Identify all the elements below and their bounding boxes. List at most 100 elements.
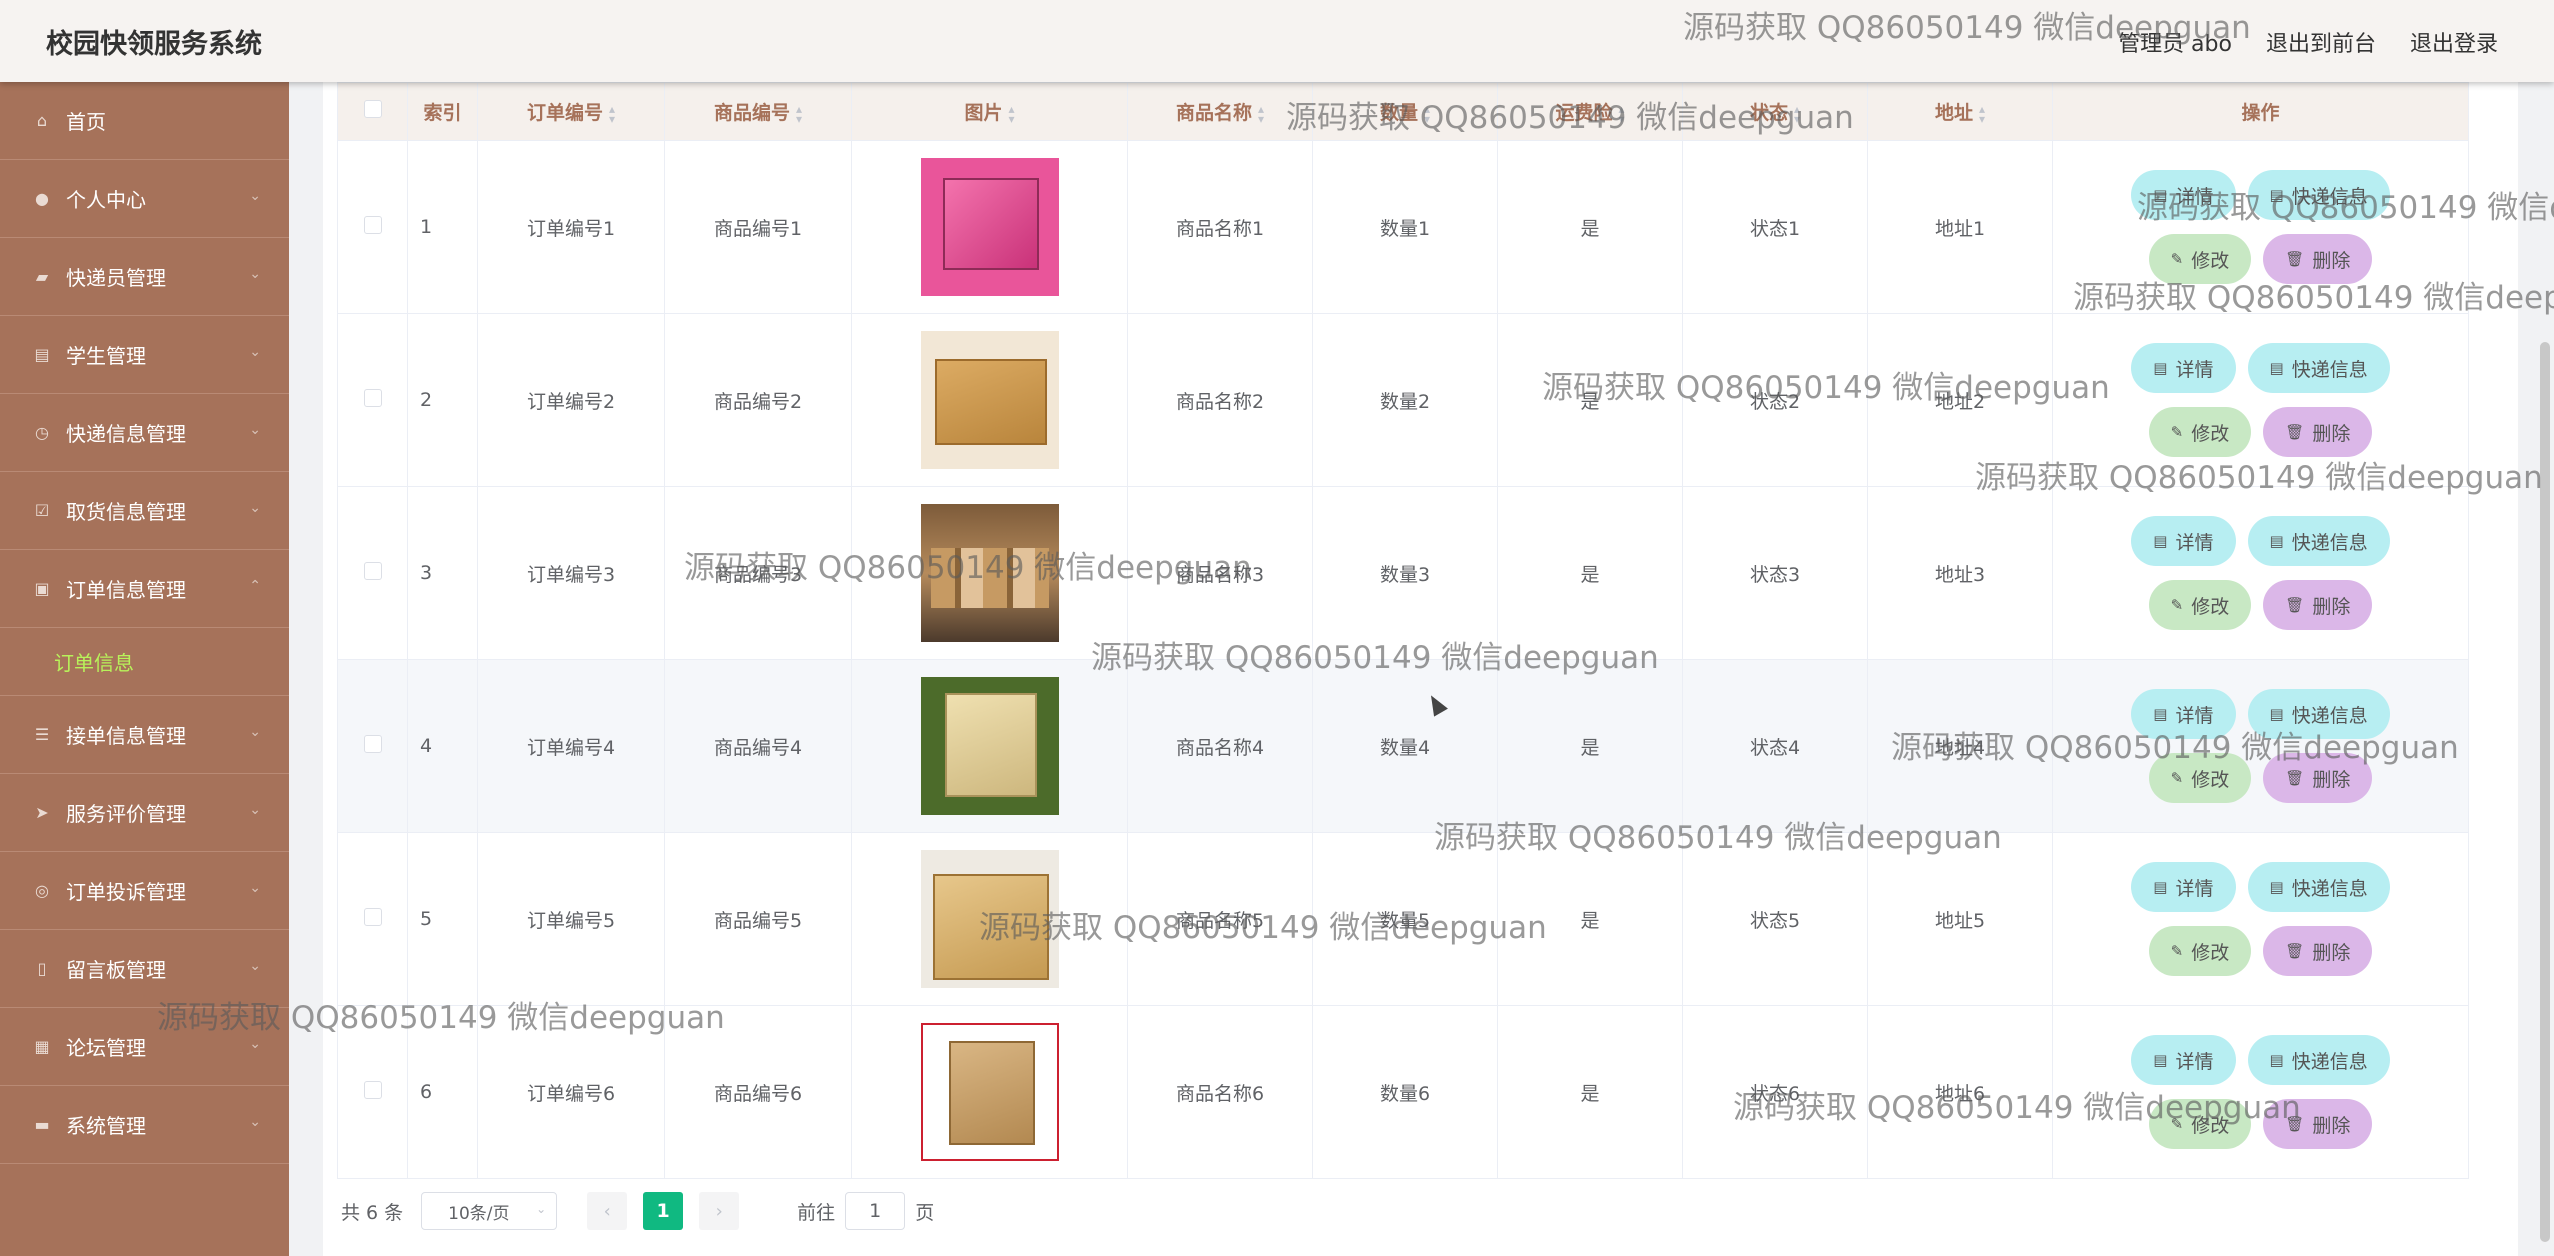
table-row: 6 订单编号6 商品编号6 商品名称6 数量6 是状态6 地址6 ▤ 详情 ▤ 快递信息 ✎ 修改 🗑 删除	[337, 1005, 2469, 1179]
detail-button[interactable]: ▤ 详情	[2131, 862, 2236, 912]
sort-icon[interactable]: ▴ ▾	[1979, 103, 1985, 125]
col-status[interactable]: 状态 ▴ ▾	[1682, 82, 1868, 141]
express-info-button[interactable]: ▤ 快递信息	[2247, 862, 2390, 912]
detail-button[interactable]: ▤ 详情	[2131, 516, 2236, 566]
sort-icon[interactable]: ▴ ▾	[1618, 103, 1624, 125]
sidebar-item-forum[interactable]: ▦ 论坛管理 ⌄	[0, 1008, 289, 1086]
product-image[interactable]	[920, 331, 1059, 469]
edit-button[interactable]: ✎ 修改	[2148, 580, 2252, 630]
row-actions: ▤ 详情 ▤ 快递信息 ✎ 修改 🗑 删除	[2052, 659, 2469, 833]
trash-icon: 🗑	[2285, 769, 2305, 787]
row-address: 地址4	[1867, 659, 2053, 833]
col-quantity[interactable]: 数量 ▴ ▾	[1312, 82, 1498, 141]
sort-icon[interactable]: ▴ ▾	[796, 103, 802, 125]
page-size-select[interactable]: 10条/页 ⌄	[421, 1192, 558, 1230]
detail-button[interactable]: ▤ 详情	[2131, 343, 2236, 393]
chevron-down-icon: ⌄	[536, 1202, 547, 1216]
edit-button[interactable]: ✎ 修改	[2148, 1099, 2252, 1149]
col-goods-no[interactable]: 商品编号 ▴ ▾	[664, 82, 852, 141]
delete-button[interactable]: 🗑 删除	[2263, 234, 2373, 284]
col-order-no[interactable]: 订单编号 ▴ ▾	[477, 82, 665, 141]
select-all-checkbox[interactable]	[337, 82, 408, 141]
delete-button[interactable]: 🗑 删除	[2263, 407, 2373, 457]
detail-button[interactable]: ▤ 详情	[2131, 689, 2236, 739]
row-checkbox[interactable]	[337, 313, 408, 487]
product-image[interactable]	[920, 677, 1059, 815]
edit-button[interactable]: ✎ 修改	[2148, 926, 2252, 976]
sidebar-item-message[interactable]: ▯ 留言板管理 ⌄	[0, 930, 289, 1008]
col-insurance[interactable]: 运费险 ▴ ▾	[1497, 82, 1683, 141]
express-info-button[interactable]: ▤ 快递信息	[2247, 516, 2390, 566]
forum-icon: ▦	[34, 1037, 50, 1056]
document-icon: ▤	[2153, 532, 2168, 550]
row-checkbox[interactable]	[337, 486, 408, 660]
chevron-down-icon: ⌄	[249, 880, 261, 896]
sidebar-item-home[interactable]: ⌂ 首页	[0, 82, 289, 160]
sidebar-item-accept[interactable]: ☰ 接单信息管理 ⌄	[0, 696, 289, 774]
sidebar-item-order[interactable]: ▣ 订单信息管理 ⌃	[0, 550, 289, 628]
admin-user-label: 管理员 abo	[2118, 32, 2232, 57]
row-insurance: 是	[1497, 140, 1683, 314]
vertical-scrollbar[interactable]	[2540, 342, 2550, 1242]
sidebar-item-profile[interactable]: ● 个人中心 ⌄	[0, 160, 289, 238]
product-image[interactable]	[920, 1023, 1059, 1161]
sort-icon[interactable]: ▴ ▾	[1008, 103, 1014, 125]
sidebar-item-system[interactable]: ▬ 系统管理 ⌄	[0, 1086, 289, 1164]
delete-button[interactable]: 🗑 删除	[2263, 753, 2373, 803]
col-goods-name[interactable]: 商品名称 ▴ ▾	[1127, 82, 1313, 141]
product-image[interactable]	[920, 504, 1059, 642]
col-image[interactable]: 图片 ▴ ▾	[851, 82, 1128, 141]
express-info-button[interactable]: ▤ 快递信息	[2247, 1035, 2390, 1085]
sort-icon[interactable]: ▴ ▾	[1794, 103, 1800, 125]
logout-link[interactable]: 退出登录	[2410, 26, 2498, 58]
sort-icon[interactable]: ▴ ▾	[609, 103, 615, 125]
next-page-button[interactable]: ›	[699, 1192, 740, 1230]
table-body: 1 订单编号1 商品编号1 商品名称1 数量1 是状态1 地址1 ▤ 详情 ▤ 快递信息 ✎ 修改 🗑 删除…	[337, 140, 2469, 1179]
sidebar-item-express-info[interactable]: ◷ 快递信息管理 ⌄	[0, 394, 289, 472]
edit-button[interactable]: ✎ 修改	[2148, 753, 2252, 803]
delete-button[interactable]: 🗑 删除	[2263, 1099, 2373, 1149]
row-checkbox[interactable]	[337, 659, 408, 833]
page-number-current[interactable]: 1	[643, 1192, 684, 1230]
sort-icon[interactable]: ▴ ▾	[1424, 103, 1430, 125]
submenu-order-info[interactable]: 订单信息	[0, 628, 289, 696]
row-checkbox[interactable]	[337, 832, 408, 1006]
row-insurance: 是	[1497, 659, 1683, 833]
row-image-cell	[851, 1005, 1128, 1179]
row-checkbox[interactable]	[337, 1005, 408, 1179]
edit-button[interactable]: ✎ 修改	[2148, 407, 2252, 457]
accept-icon: ☰	[34, 725, 50, 744]
pagination: 共 6 条 10条/页 ⌄ ‹ 1 › 前往 1 页	[341, 1192, 934, 1230]
row-order-no: 订单编号1	[477, 140, 665, 314]
product-image[interactable]	[920, 850, 1059, 988]
sidebar-item-complaint[interactable]: ◎ 订单投诉管理 ⌄	[0, 852, 289, 930]
sort-icon[interactable]: ▴ ▾	[1258, 103, 1264, 125]
prev-page-button[interactable]: ‹	[587, 1192, 628, 1230]
express-info-button[interactable]: ▤ 快递信息	[2247, 343, 2390, 393]
row-checkbox[interactable]	[337, 140, 408, 314]
table-card: 索引 订单编号 ▴ ▾ 商品编号 ▴ ▾ 图片 ▴ ▾ 商品名称 ▴ ▾ 数量 ▴ ▾ 运费险 ▴ ▾ …	[323, 82, 2518, 1256]
sidebar-item-pickup[interactable]: ☑ 取货信息管理 ⌄	[0, 472, 289, 550]
order-icon: ▣	[34, 579, 50, 598]
pencil-icon: ✎	[2170, 1115, 2184, 1133]
total-count: 共 6 条	[341, 1201, 404, 1224]
detail-button[interactable]: ▤ 详情	[2131, 1035, 2236, 1085]
row-order-no: 订单编号2	[477, 313, 665, 487]
delete-button[interactable]: 🗑 删除	[2263, 580, 2373, 630]
sidebar-item-courier[interactable]: ▰ 快递员管理 ⌄	[0, 238, 289, 316]
product-image[interactable]	[920, 158, 1059, 296]
express-info-button[interactable]: ▤ 快递信息	[2247, 170, 2390, 220]
exit-to-frontend-link[interactable]: 退出到前台	[2266, 26, 2376, 58]
goto-page-input[interactable]: 1	[845, 1192, 906, 1230]
chevron-down-icon: ⌄	[249, 1036, 261, 1052]
edit-button[interactable]: ✎ 修改	[2148, 234, 2252, 284]
sidebar-item-student[interactable]: ▤ 学生管理 ⌄	[0, 316, 289, 394]
express-info-button[interactable]: ▤ 快递信息	[2247, 689, 2390, 739]
row-address: 地址2	[1867, 313, 2053, 487]
col-address[interactable]: 地址 ▴ ▾	[1867, 82, 2053, 141]
row-order-no: 订单编号3	[477, 486, 665, 660]
sidebar-item-review[interactable]: ➤ 服务评价管理 ⌄	[0, 774, 289, 852]
row-insurance: 是	[1497, 1005, 1683, 1179]
detail-button[interactable]: ▤ 详情	[2131, 170, 2236, 220]
delete-button[interactable]: 🗑 删除	[2263, 926, 2373, 976]
